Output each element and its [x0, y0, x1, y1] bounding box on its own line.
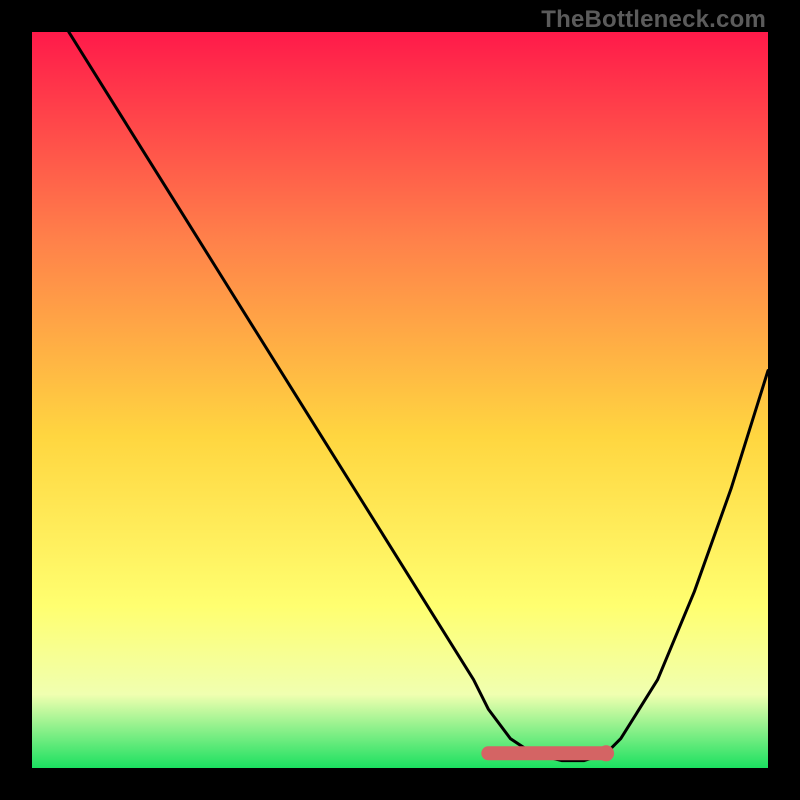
- optimal-marker: [598, 745, 614, 761]
- plot-area: [32, 32, 768, 768]
- chart-frame: TheBottleneck.com: [0, 0, 800, 800]
- gradient-background: [32, 32, 768, 768]
- bottleneck-chart: [32, 32, 768, 768]
- watermark-text: TheBottleneck.com: [541, 6, 766, 34]
